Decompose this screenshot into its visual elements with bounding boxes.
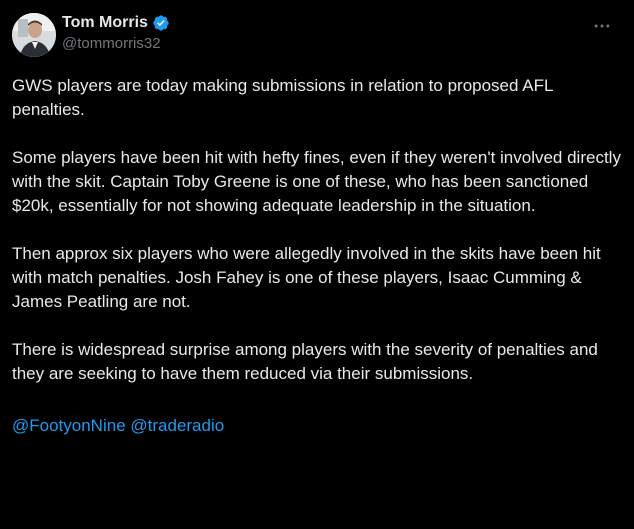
verified-badge-icon[interactable] <box>152 14 170 32</box>
tweet-paragraph: GWS players are today making submissions… <box>12 76 558 119</box>
author-block: Tom Morris @tommorris32 <box>62 12 170 52</box>
tweet-paragraph: There is widespread surprise among playe… <box>12 340 603 383</box>
tweet-header: Tom Morris @tommorris32 <box>12 10 622 58</box>
tweet-text: GWS players are today making submissions… <box>12 74 624 438</box>
tweet-mentions: @FootyonNine @traderadio <box>12 414 624 438</box>
more-horizontal-icon <box>594 24 610 28</box>
avatar-photo-icon <box>12 13 56 57</box>
tweet-paragraph: Then approx six players who were alleged… <box>12 244 606 311</box>
avatar[interactable] <box>12 13 56 57</box>
tweet-card: Tom Morris @tommorris32 GWS players are … <box>0 0 634 529</box>
mention-link[interactable]: @traderadio <box>130 416 224 435</box>
tweet-paragraph: Some players have been hit with hefty fi… <box>12 148 626 215</box>
author-display-name[interactable]: Tom Morris <box>62 14 148 32</box>
more-options-button[interactable] <box>592 16 616 36</box>
mention-link[interactable]: @FootyonNine <box>12 416 126 435</box>
author-handle[interactable]: @tommorris32 <box>62 35 170 52</box>
author-name-row: Tom Morris <box>62 12 170 34</box>
